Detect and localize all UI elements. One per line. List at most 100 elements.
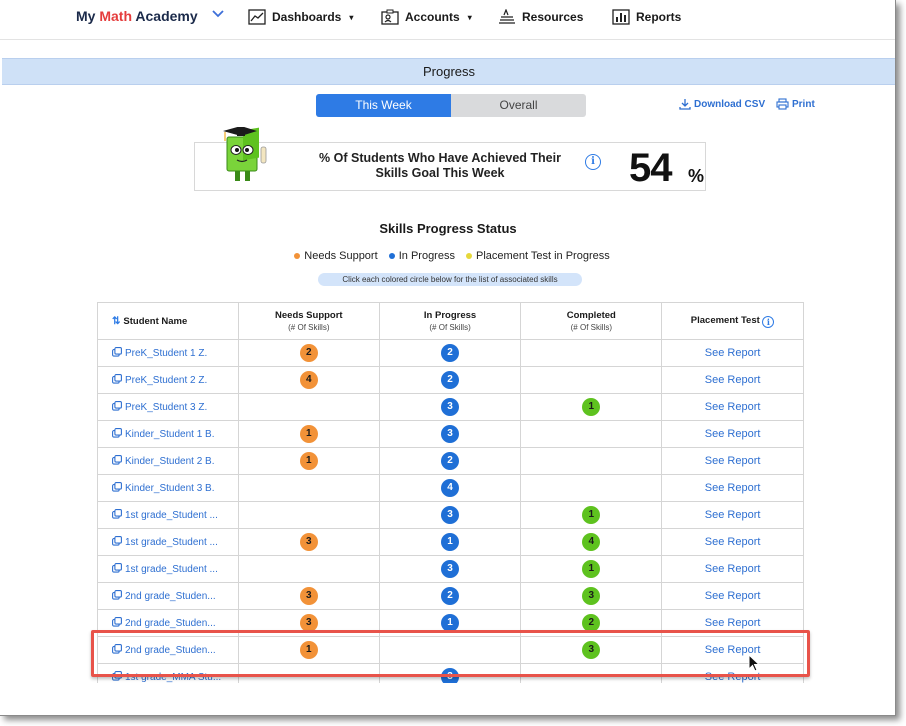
header-sub-label: (# Of Skills) (570, 323, 612, 332)
placement-test-cell: See Report (661, 393, 804, 421)
student-name-cell[interactable]: 1st grade_Student ... (97, 528, 239, 556)
see-report-link[interactable]: See Report (705, 455, 761, 467)
skills-table: ⇅ Student Name Needs Support (# Of Skills)… (97, 302, 804, 683)
header-in-progress-label: In Progress (423, 310, 477, 321)
student-name-cell[interactable]: Kinder_Student 2 B. (97, 447, 239, 475)
needs-support-badge[interactable]: 2 (299, 344, 318, 362)
needs-support-badge[interactable]: 3 (299, 533, 318, 551)
header-student-label: Student Name (123, 315, 188, 327)
completed-cell (520, 339, 663, 367)
student-name: 1st grade_Student ... (125, 564, 218, 575)
info-icon[interactable]: i (762, 315, 775, 328)
completed-badge[interactable]: 4 (582, 533, 601, 551)
header-completed: Completed (# Of Skills) (520, 302, 663, 340)
completed-cell (520, 366, 663, 394)
placement-test-cell: See Report (661, 501, 804, 529)
in-progress-badge[interactable]: 3 (441, 560, 460, 578)
see-report-link[interactable]: See Report (705, 536, 761, 548)
in-progress-badge[interactable]: 2 (441, 452, 460, 470)
needs-support-badge[interactable]: 4 (299, 371, 318, 389)
in-progress-cell: 3 (378, 501, 522, 529)
placement-test-cell: See Report (661, 420, 804, 448)
app-window: My Math Academy Dashboards ▾ Accounts ▾ Re… (0, 0, 896, 716)
student-name: Kinder_Student 1 B. (125, 429, 215, 440)
completed-cell: 3 (520, 582, 663, 610)
header-sub-label: (# Of Skills) (429, 323, 471, 332)
sort-icon[interactable]: ⇅ (112, 316, 120, 327)
in-progress-cell: 2 (378, 339, 522, 367)
student-name-cell[interactable]: 2nd grade_Studen... (97, 582, 239, 610)
student-name-cell[interactable]: PreK_Student 3 Z. (97, 393, 239, 421)
in-progress-badge[interactable]: 2 (441, 587, 460, 605)
open-record-icon (112, 590, 122, 600)
table-row: 1st grade_Student ... 3 1 See Report (97, 555, 804, 583)
see-report-link[interactable]: See Report (705, 482, 761, 494)
in-progress-badge[interactable]: 1 (441, 533, 460, 551)
completed-badge[interactable]: 3 (582, 587, 601, 605)
row-highlight-annotation (91, 630, 810, 677)
open-record-icon (112, 509, 122, 519)
table-row: Kinder_Student 1 B. 1 3 See Report (97, 420, 804, 448)
see-report-link[interactable]: See Report (705, 617, 761, 629)
completed-badge[interactable]: 1 (582, 506, 601, 524)
in-progress-badge[interactable]: 2 (441, 344, 460, 362)
see-report-link[interactable]: See Report (705, 509, 761, 521)
completed-cell: 1 (520, 393, 663, 421)
in-progress-cell: 3 (378, 393, 522, 421)
open-record-icon (112, 563, 122, 573)
mouse-cursor-icon (748, 654, 761, 672)
needs-support-cell: 1 (237, 420, 380, 448)
student-name-cell[interactable]: 1st grade_Student ... (97, 501, 239, 529)
see-report-link[interactable]: See Report (705, 563, 761, 575)
table-row: 1st grade_Student ... 3 1 See Report (97, 501, 804, 529)
table-row: PreK_Student 1 Z. 2 2 See Report (97, 339, 804, 367)
header-needs-support: Needs Support (# Of Skills) (237, 302, 380, 340)
open-record-icon (112, 482, 122, 492)
completed-badge[interactable]: 1 (582, 398, 601, 416)
see-report-link[interactable]: See Report (705, 428, 761, 440)
header-student-name[interactable]: ⇅ Student Name (97, 302, 239, 340)
student-name: 1st grade_Student ... (125, 537, 218, 548)
in-progress-badge[interactable]: 2 (441, 371, 460, 389)
needs-support-cell: 3 (237, 528, 380, 556)
student-name: 2nd grade_Studen... (125, 591, 216, 602)
in-progress-cell: 2 (378, 366, 522, 394)
student-name-cell[interactable]: Kinder_Student 3 B. (97, 474, 239, 502)
student-name: PreK_Student 1 Z. (125, 348, 208, 359)
in-progress-badge[interactable]: 3 (441, 506, 460, 524)
needs-support-badge[interactable]: 1 (299, 452, 318, 470)
needs-support-cell: 4 (237, 366, 380, 394)
in-progress-cell: 3 (378, 555, 522, 583)
header-needs-support-label: Needs Support (275, 310, 343, 321)
in-progress-badge[interactable]: 4 (441, 479, 460, 497)
student-name: Kinder_Student 3 B. (125, 483, 215, 494)
in-progress-badge[interactable]: 3 (441, 425, 460, 443)
open-record-icon (112, 617, 122, 627)
completed-badge[interactable]: 1 (582, 560, 601, 578)
see-report-link[interactable]: See Report (705, 347, 761, 359)
in-progress-cell: 2 (378, 447, 522, 475)
completed-cell (520, 420, 663, 448)
student-name-cell[interactable]: PreK_Student 2 Z. (97, 366, 239, 394)
student-name-cell[interactable]: 1st grade_Student ... (97, 555, 239, 583)
header-placement-test: Placement Test i (661, 302, 804, 340)
needs-support-cell: 1 (237, 447, 380, 475)
table-row: 2nd grade_Studen... 3 2 3 See Report (97, 582, 804, 610)
see-report-link[interactable]: See Report (705, 374, 761, 386)
placement-test-cell: See Report (661, 474, 804, 502)
placement-test-cell: See Report (661, 366, 804, 394)
needs-support-badge[interactable]: 3 (299, 587, 318, 605)
student-name-cell[interactable]: PreK_Student 1 Z. (97, 339, 239, 367)
header-in-progress: In Progress (# Of Skills) (378, 302, 522, 340)
in-progress-cell: 4 (378, 474, 522, 502)
needs-support-cell (237, 501, 380, 529)
in-progress-cell: 1 (378, 528, 522, 556)
needs-support-badge[interactable]: 1 (299, 425, 318, 443)
see-report-link[interactable]: See Report (705, 590, 761, 602)
open-record-icon (112, 455, 122, 465)
completed-cell: 1 (520, 501, 663, 529)
see-report-link[interactable]: See Report (705, 401, 761, 413)
table-row: Kinder_Student 3 B. 4 See Report (97, 474, 804, 502)
student-name-cell[interactable]: Kinder_Student 1 B. (97, 420, 239, 448)
in-progress-badge[interactable]: 3 (441, 398, 460, 416)
